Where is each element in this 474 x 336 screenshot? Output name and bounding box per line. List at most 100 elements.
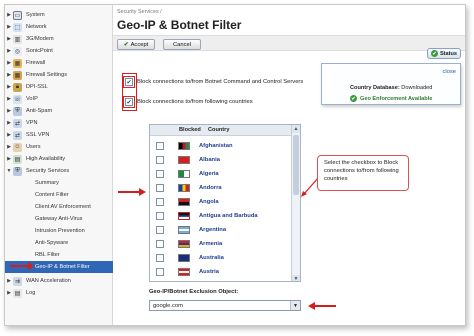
col-blocked: Blocked [179,127,201,133]
sidebar-item-label: RBL Filter [35,252,60,258]
exclusion-object-select[interactable]: google.com ▼ [149,300,301,311]
sidebar-item-high-availability[interactable]: ▶ ▤ High Availability [5,153,113,165]
country-row[interactable]: Albania [150,153,292,167]
country-checkbox[interactable] [156,142,164,150]
sidebar-item-gateway-anti-virus[interactable]: Gateway Anti-Virus [5,213,113,225]
expand-arrow-icon[interactable]: ▶ [5,144,13,150]
breadcrumb[interactable]: Security Services / [117,9,162,15]
annotation-callout: Select the checkbox to Block connections… [317,155,409,191]
sidebar-item-voip[interactable]: ▶ ☏ VoIP [5,93,113,105]
sidebar-item-label: VoIP [26,96,38,102]
status-button[interactable]: ✔ Status [427,48,461,59]
country-row[interactable]: Angola [150,195,292,209]
country-checkbox[interactable] [156,184,164,192]
chevron-down-icon[interactable]: ▼ [290,301,300,310]
country-row[interactable]: Argentina [150,223,292,237]
country-row[interactable]: Algeria [150,167,292,181]
sidebar-item-dpi-ssl[interactable]: ▶ 🔒︎ DPI-SSL [5,81,113,93]
country-row[interactable]: Australia [150,251,292,265]
col-country: Country [208,127,230,133]
sidebar-item-label: High Availability [26,156,66,162]
sidebar-item-sonicpoint[interactable]: ▶ ◎ SonicPoint [5,45,113,57]
country-database-status: Country Database: Downloaded [350,85,432,91]
annotation-arrow-list [118,188,146,196]
sidebar-item-anti-spyware[interactable]: Anti-Spyware [5,237,113,249]
expand-arrow-icon[interactable]: ▶ [5,120,13,126]
country-row[interactable]: Austria [150,265,292,279]
expand-arrow-icon[interactable]: ▶ [5,60,13,66]
accept-button-label: Accept [130,41,149,48]
annotation-highlight-box [122,73,137,111]
checkmark-icon: ✔ [123,41,129,48]
countries-option-label: Block connections to/from following coun… [137,99,253,105]
country-name: Albania [199,157,220,163]
expand-arrow-icon[interactable]: ▶ [5,156,13,162]
sidebar-item-3g-modem[interactable]: ▶ ▥ 3G/Modem [5,33,113,45]
expand-arrow-icon[interactable]: ▶ [5,72,13,78]
country-checkbox[interactable] [156,226,164,234]
expand-arrow-icon[interactable]: ▶ [5,48,13,54]
country-list[interactable]: Blocked Country Afghanistan Albania Alge… [149,124,301,282]
sidebar-item-wan-acceleration[interactable]: ▶ ⇉ WAN Acceleration [5,275,113,287]
expand-arrow-icon[interactable]: ▶ [5,108,13,114]
sidebar-item-intrusion-prevention[interactable]: Intrusion Prevention [5,225,113,237]
db-value: Downloaded [401,85,433,91]
accept-button[interactable]: ✔ Accept [117,39,155,50]
flag-icon [178,142,190,150]
country-row[interactable]: Andorra [150,181,292,195]
sidebar-item-security-services[interactable]: ▼ ⛨ Security Services [5,165,113,177]
sidebar-item-ssl-vpn[interactable]: ▶ ⇄ SSL VPN [5,129,113,141]
country-checkbox[interactable] [156,198,164,206]
globe-check-icon: ✔ [350,95,357,102]
country-checkbox[interactable] [156,212,164,220]
country-checkbox[interactable] [156,156,164,164]
main-content: Security Services / Geo-IP & Botnet Filt… [113,5,465,325]
country-row[interactable]: Armenia [150,237,292,251]
expand-arrow-icon[interactable]: ▶ [5,36,13,42]
scroll-down-icon[interactable]: ▼ [292,275,300,281]
country-row[interactable]: Antigua and Barbuda [150,209,292,223]
sidebar-item-label: VPN [26,120,38,126]
country-name: Afghanistan [199,143,233,149]
sidebar-item-content-filter[interactable]: Content Filter [5,189,113,201]
country-checkbox[interactable] [156,254,164,262]
country-checkbox[interactable] [156,240,164,248]
expand-arrow-icon[interactable]: ▶ [5,290,13,296]
sidebar-item-firewall-settings[interactable]: ▶ ▦ Firewall Settings [5,69,113,81]
sidebar-item-label: DPI-SSL [26,84,48,90]
expand-arrow-icon[interactable]: ▶ [5,24,13,30]
sidebar-item-anti-spam[interactable]: ▶ ⛨ Anti-Spam [5,105,113,117]
sidebar-item-label: Summary [35,180,59,186]
country-row[interactable]: Afghanistan [150,139,292,153]
expand-arrow-icon[interactable]: ▶ [5,132,13,138]
sidebar-item-log[interactable]: ▶ ▤ Log [5,287,113,299]
toolbar: ✔ Accept Cancel [113,35,465,51]
cancel-button[interactable]: Cancel [163,39,201,50]
sidebar-item-vpn[interactable]: ▶ ⇄ VPN [5,117,113,129]
close-link[interactable]: close [442,69,456,75]
scroll-up-icon[interactable]: ▲ [292,125,300,133]
lock-icon: 🔒︎ [13,82,22,92]
sidebar-item-label: Firewall Settings [26,72,68,78]
annotation-arrow-exclusion [308,302,336,310]
page-title: Geo-IP & Botnet Filter [117,18,242,32]
country-list-header: Blocked Country [150,125,300,136]
firewall-settings-icon: ▦ [13,70,22,80]
sidebar-item-users[interactable]: ▶ ☺ Users [5,141,113,153]
sidebar-item-firewall[interactable]: ▶ ▦ Firewall [5,57,113,69]
sidebar-item-summary[interactable]: Summary [5,177,113,189]
country-checkbox[interactable] [156,268,164,276]
country-list-scrollbar[interactable]: ▲ ▼ [291,125,300,281]
expand-arrow-icon[interactable]: ▶ [5,96,13,102]
expand-arrow-icon[interactable]: ▶ [5,12,13,18]
expand-arrow-icon[interactable]: ▶ [5,84,13,90]
country-checkbox[interactable] [156,170,164,178]
expand-arrow-icon[interactable]: ▶ [5,278,13,284]
sidebar-item-network[interactable]: ▶ ⬚ Network [5,21,113,33]
sidebar-item-client-av-enforcement[interactable]: Client AV Enforcement [5,201,113,213]
sidebar-item-system[interactable]: ▶ ▭ System [5,9,113,21]
flag-icon [178,156,190,164]
flag-icon [178,268,190,276]
collapse-arrow-icon[interactable]: ▼ [5,168,13,174]
high-availability-icon: ▤ [13,154,22,164]
